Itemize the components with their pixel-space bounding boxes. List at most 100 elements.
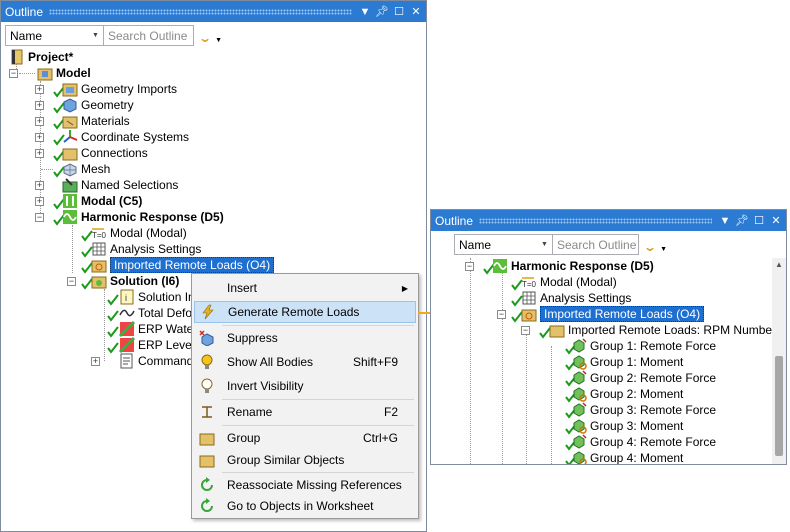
maximize-icon[interactable]: ☐	[392, 4, 406, 19]
filter-button[interactable]: ⌄ ▼	[197, 27, 222, 45]
menu-item-invert-visibility[interactable]: Invert Visibility	[194, 375, 416, 397]
pin-icon[interactable]: 📌︎	[375, 4, 389, 19]
tree-line	[551, 346, 552, 464]
remote-force-icon	[571, 370, 587, 386]
remote-force-icon	[571, 402, 587, 418]
title-grip[interactable]	[479, 217, 712, 224]
search-input[interactable]: Search Outline	[553, 234, 639, 255]
chevron-down-icon: ▼	[660, 245, 667, 253]
expand-toggle[interactable]: +	[35, 101, 44, 110]
outline-panel-right: Outline ▼ 📌︎ ☐ ✕ Name ▼ Search Outline ⌄…	[430, 209, 787, 465]
expand-toggle[interactable]: +	[35, 133, 44, 142]
menu-item-show-all-bodies[interactable]: Show All Bodies Shift+F9	[194, 351, 416, 373]
tree-item-group4-remote-force[interactable]: Group 4: Remote Force	[563, 434, 716, 451]
close-icon[interactable]: ✕	[409, 4, 423, 19]
chevron-down-icon: ▼	[92, 32, 99, 39]
expand-toggle[interactable]: +	[35, 181, 44, 190]
tree-item-harmonic-response[interactable]: Harmonic Response (D5)	[47, 209, 224, 226]
outline-title: Outline	[5, 4, 44, 19]
dropdown-icon[interactable]: ▼	[718, 213, 732, 228]
menu-item-suppress[interactable]: Suppress	[194, 327, 416, 349]
menu-item-generate-remote-loads[interactable]: Generate Remote Loads	[194, 301, 416, 323]
harmonic-analysis-icon	[62, 209, 78, 225]
tree-item-geometry-imports[interactable]: Geometry Imports	[47, 81, 177, 98]
tree-item-solution[interactable]: Solution (I6)	[79, 273, 179, 290]
collapse-toggle[interactable]: −	[497, 310, 506, 319]
name-combo[interactable]: Name ▼	[454, 234, 553, 255]
tree-item-geometry[interactable]: Geometry	[47, 97, 134, 114]
tree-item-analysis-settings[interactable]: Analysis Settings	[509, 290, 631, 307]
folder-icon	[199, 452, 215, 468]
tree-item-rpm-group[interactable]: Imported Remote Loads: RPM Number 1	[533, 322, 772, 339]
expand-toggle[interactable]: +	[35, 85, 44, 94]
scrollbar-thumb[interactable]	[775, 356, 783, 456]
tree-item-imported-remote-loads[interactable]: Imported Remote Loads (O4)	[79, 257, 275, 274]
tree-item-erp-water[interactable]: ERP Water	[107, 320, 197, 338]
dropdown-icon[interactable]: ▼	[358, 4, 372, 19]
filter-chevron-icon: ⌄	[197, 30, 213, 45]
outline-toolbar: Name ▼ Search Outline ⌄ ▼	[1, 22, 426, 49]
expand-toggle[interactable]: +	[35, 117, 44, 126]
tree-item-modal-modal[interactable]: T=0 Modal (Modal)	[79, 225, 187, 242]
chevron-down-icon: ▼	[215, 36, 222, 44]
tree-item-project[interactable]: Project*	[9, 49, 73, 65]
search-input[interactable]: Search Outline	[104, 25, 194, 46]
tree-item-mesh[interactable]: Mesh	[47, 161, 110, 178]
tree-item-group3-remote-force[interactable]: Group 3: Remote Force	[563, 402, 716, 419]
context-menu: Insert ▶ Generate Remote Loads Suppress …	[191, 273, 419, 519]
close-icon[interactable]: ✕	[769, 213, 783, 228]
tree-item-imported-remote-loads[interactable]: Imported Remote Loads (O4)	[509, 306, 705, 323]
tree-line	[470, 258, 471, 464]
menu-item-insert[interactable]: Insert ▶	[194, 277, 416, 299]
mesh-icon	[62, 161, 78, 177]
menu-item-reassociate[interactable]: Reassociate Missing References	[194, 474, 416, 496]
vertical-scrollbar[interactable]: ▲	[772, 258, 786, 464]
scroll-up-icon[interactable]: ▲	[775, 260, 783, 269]
menu-item-group[interactable]: Group Ctrl+G	[194, 427, 416, 449]
collapse-toggle[interactable]: −	[9, 69, 18, 78]
tree-line	[526, 330, 527, 464]
tree-item-group2-moment[interactable]: Group 2: Moment	[563, 386, 683, 403]
expand-toggle[interactable]: +	[35, 149, 44, 158]
collapse-toggle[interactable]: −	[35, 213, 44, 222]
title-grip[interactable]	[49, 8, 352, 15]
menu-separator	[222, 425, 414, 426]
menu-item-rename[interactable]: Rename F2	[194, 401, 416, 423]
expand-toggle[interactable]: +	[35, 197, 44, 206]
tree-item-coordinate-systems[interactable]: Coordinate Systems	[47, 129, 189, 146]
tree-item-group2-remote-force[interactable]: Group 2: Remote Force	[563, 370, 716, 387]
menu-item-group-similar[interactable]: Group Similar Objects	[194, 449, 416, 471]
collapse-toggle[interactable]: −	[67, 277, 76, 286]
tree-item-modal[interactable]: Modal (C5)	[47, 193, 142, 210]
tree-item-total-deformation[interactable]: Total Defor	[107, 305, 196, 322]
tree-item-named-selections[interactable]: Named Selections	[47, 177, 178, 193]
tree-item-materials[interactable]: Materials	[47, 113, 130, 130]
tree-item-solution-info[interactable]: i Solution Inf	[107, 289, 198, 306]
folder-icon	[549, 322, 565, 338]
tree-item-group4-moment[interactable]: Group 4: Moment	[563, 450, 683, 464]
tree-item-modal-modal[interactable]: T=0 Modal (Modal)	[509, 274, 617, 291]
tree-item-analysis-settings[interactable]: Analysis Settings	[79, 241, 201, 258]
folder-icon	[199, 430, 215, 446]
moment-icon	[571, 418, 587, 434]
tree-item-group1-remote-force[interactable]: Group 1: Remote Force	[563, 338, 716, 355]
tree-item-connections[interactable]: Connections	[47, 145, 148, 162]
menu-separator	[222, 325, 414, 326]
geometry-imports-icon	[62, 81, 78, 97]
menu-item-go-to-objects[interactable]: Go to Objects in Worksheet	[194, 495, 416, 517]
tree-item-group3-moment[interactable]: Group 3: Moment	[563, 418, 683, 435]
collapse-toggle[interactable]: −	[521, 326, 530, 335]
tree-item-model[interactable]: Model	[37, 65, 91, 81]
filter-button[interactable]: ⌄ ▼	[643, 236, 667, 254]
tree-item-commands[interactable]: Commands	[103, 353, 199, 369]
materials-folder-icon	[62, 113, 78, 129]
imported-loads-folder-icon	[91, 257, 107, 273]
collapse-toggle[interactable]: −	[465, 262, 474, 271]
imported-loads-folder-icon	[521, 306, 537, 322]
maximize-icon[interactable]: ☐	[752, 213, 766, 228]
expand-toggle[interactable]: +	[91, 357, 100, 366]
pin-icon[interactable]: 📌︎	[735, 213, 749, 228]
name-combo[interactable]: Name ▼	[5, 25, 104, 46]
tree-item-harmonic-response[interactable]: Harmonic Response (D5)	[477, 258, 654, 275]
tree-item-group1-moment[interactable]: Group 1: Moment	[563, 354, 683, 371]
